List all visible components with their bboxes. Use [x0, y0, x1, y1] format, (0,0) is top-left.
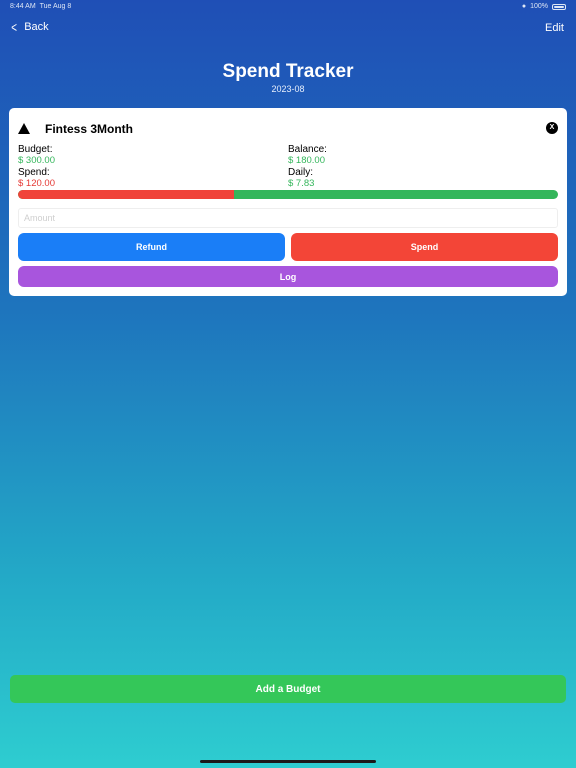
spend-progress-bar [18, 190, 558, 199]
page-subtitle: 2023-08 [271, 84, 305, 94]
back-button[interactable]: < Back [10, 19, 49, 35]
triangle-icon[interactable] [18, 123, 30, 134]
balance-label: Balance: [288, 144, 327, 155]
wifi-icon: ● [521, 3, 527, 10]
budget-card: Fintess 3Month X Budget: $ 300.00 Spend:… [9, 108, 567, 296]
budget-label: Budget: [18, 144, 53, 155]
spend-value: $ 120.00 [18, 178, 55, 189]
status-right: ● 100% [522, 3, 566, 10]
amount-input[interactable] [18, 208, 558, 228]
page-title: Spend Tracker [222, 61, 354, 82]
daily-value: $ 7.83 [288, 178, 315, 189]
budget-stat: Budget: $ 300.00 [18, 144, 55, 166]
budget-value: $ 300.00 [18, 155, 55, 166]
spend-button[interactable]: Spend [291, 233, 558, 261]
daily-stat: Daily: $ 7.83 [288, 167, 314, 189]
edit-button[interactable]: Edit [545, 22, 564, 34]
battery-icon [552, 3, 566, 10]
status-date: Tue Aug 8 [39, 3, 72, 10]
refund-button[interactable]: Refund [18, 233, 285, 261]
log-button[interactable]: Log [18, 266, 558, 287]
spend-label: Spend: [18, 167, 50, 178]
spend-progress-fill [18, 190, 234, 199]
home-indicator[interactable] [200, 760, 376, 763]
balance-stat: Balance: $ 180.00 [288, 144, 327, 166]
balance-value: $ 180.00 [288, 155, 325, 166]
close-button[interactable]: X [546, 122, 558, 134]
spend-stat: Spend: $ 120.00 [18, 167, 55, 189]
back-label: Back [24, 21, 49, 33]
daily-label: Daily: [288, 167, 314, 178]
add-budget-button[interactable]: Add a Budget [10, 675, 566, 703]
status-bar: 8:44 AM Tue Aug 8 ● 100% [0, 0, 576, 14]
status-time-text: 8:44 AM [10, 3, 36, 10]
battery-percent: 100% [530, 3, 548, 10]
chevron-left-icon: < [11, 19, 17, 35]
status-time: 8:44 AM Tue Aug 8 [10, 3, 71, 10]
budget-name: Fintess 3Month [45, 122, 134, 136]
budget-card-header: Fintess 3Month X [18, 122, 558, 138]
